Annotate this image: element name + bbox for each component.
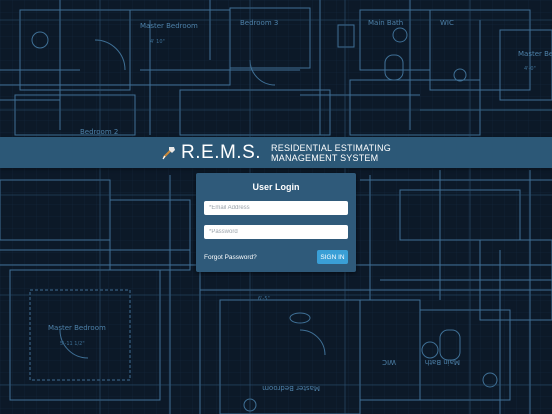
room-label-bedroom-2: Bedroom 2 — [80, 128, 118, 136]
tagline-line-1: RESIDENTIAL ESTIMATING — [271, 142, 391, 153]
login-card: User Login Forgot Password? SIGN IN — [196, 173, 356, 272]
app-logo: R.E.M.S. RESIDENTIAL ESTIMATING MANAGEME… — [161, 142, 391, 164]
forgot-password-link[interactable]: Forgot Password? — [204, 254, 257, 261]
hammer-icon — [162, 146, 176, 159]
header-banner: R.E.M.S. RESIDENTIAL ESTIMATING MANAGEME… — [0, 137, 552, 168]
dimension-label: 4'-0" — [524, 66, 536, 72]
room-label-wic-flipped: WIC — [382, 358, 396, 366]
tagline-line-2: MANAGEMENT SYSTEM — [271, 152, 379, 163]
dimension-label: 5'-11 1/2" — [60, 341, 85, 347]
room-label-master-bedroom-bottom: Master Bedroom — [48, 324, 106, 332]
room-label-bedroom-3: Bedroom 3 — [240, 19, 278, 27]
room-label-main-bath-flipped: Main Bath — [425, 358, 460, 366]
password-field[interactable] — [204, 225, 348, 239]
room-label-wic: WIC — [440, 19, 454, 27]
dimension-label: 4' 10" — [150, 39, 165, 45]
dimension-label: 6'-5" — [258, 296, 270, 302]
room-label-master-bed-right: Master Be — [518, 50, 552, 58]
room-label-main-bath: Main Bath — [368, 19, 403, 27]
login-title: User Login — [252, 182, 300, 192]
sign-in-button[interactable]: SIGN IN — [317, 250, 348, 264]
app-logo-text: R.E.M.S. — [181, 141, 262, 163]
app-tagline: RESIDENTIAL ESTIMATING MANAGEMENT SYSTEM — [271, 143, 391, 163]
room-label-master-bedroom-flipped: Master Bedroom — [262, 384, 320, 392]
room-label-master-bedroom: Master Bedroom — [140, 22, 198, 30]
email-field[interactable] — [204, 201, 348, 215]
